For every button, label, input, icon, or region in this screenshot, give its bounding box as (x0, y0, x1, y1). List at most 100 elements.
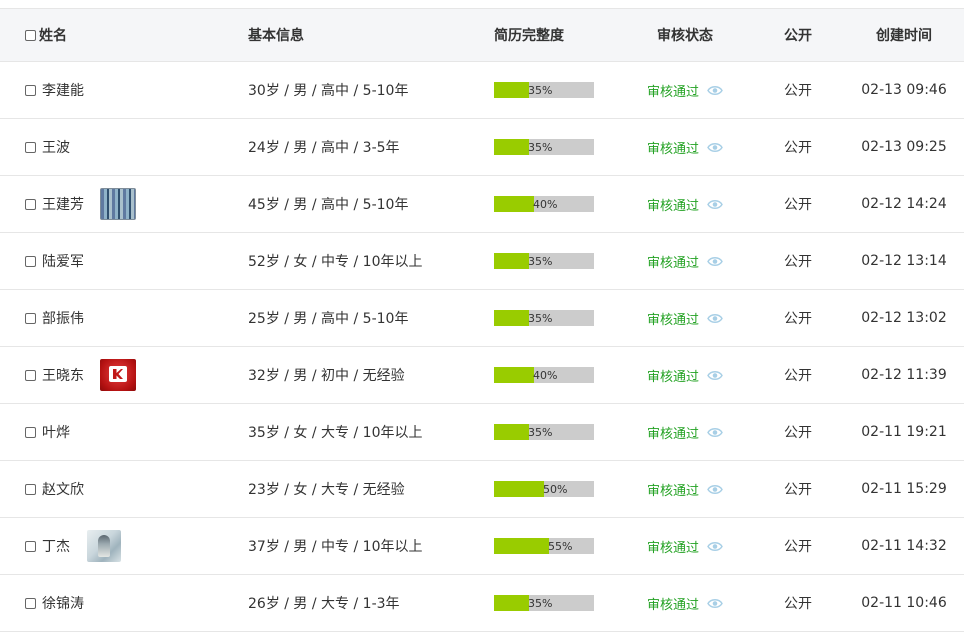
progress-label: 40% (533, 197, 558, 211)
basic-info: 30岁 / 男 / 高中 / 5-10年 (248, 83, 409, 99)
basic-info: 23岁 / 女 / 大专 / 无经验 (248, 482, 405, 498)
public-status: 公开 (784, 368, 812, 384)
select-all-checkbox[interactable] (25, 29, 36, 41)
status-text: 审核通过 (646, 312, 699, 328)
basic-info: 32岁 / 男 / 初中 / 无经验 (248, 368, 405, 384)
row-checkbox[interactable] (25, 540, 36, 552)
status-cell: 审核通过 (630, 575, 740, 631)
candidate-name[interactable]: 赵文欣 (42, 479, 84, 499)
eye-icon[interactable] (707, 85, 723, 96)
public-status: 公开 (784, 311, 812, 327)
progress-bar: 35% (494, 253, 594, 269)
row-checkbox[interactable] (25, 312, 36, 324)
table-row[interactable]: 赵文欣 23岁 / 女 / 大专 / 无经验 50% 审核通过 公开 02-11… (0, 461, 964, 518)
row-checkbox[interactable] (25, 483, 36, 495)
progress-bar: 40% (494, 196, 594, 212)
progress-bar-fill (494, 538, 549, 554)
table-row[interactable]: 王晓东 32岁 / 男 / 初中 / 无经验 40% 审核通过 公开 02-12… (0, 347, 964, 404)
row-checkbox[interactable] (25, 84, 36, 96)
table-row[interactable]: 叶烨 35岁 / 女 / 大专 / 10年以上 35% 审核通过 公开 02-1… (0, 404, 964, 461)
candidate-name[interactable]: 徐锦涛 (42, 593, 84, 613)
status-cell: 审核通过 (630, 518, 740, 574)
eye-icon[interactable] (707, 427, 723, 438)
eye-icon[interactable] (707, 484, 723, 495)
candidate-name[interactable]: 王建芳 (42, 194, 84, 214)
table-row[interactable]: 部振伟 25岁 / 男 / 高中 / 5-10年 35% 审核通过 公开 02-… (0, 290, 964, 347)
row-checkbox[interactable] (25, 198, 36, 210)
name-cell: 叶烨 (25, 404, 235, 460)
progress-label: 35% (528, 311, 553, 325)
created-time: 02-11 15:29 (861, 481, 947, 497)
progress-bar-fill (494, 310, 529, 326)
table-row[interactable]: 徐锦涛 26岁 / 男 / 大专 / 1-3年 35% 审核通过 公开 02-1… (0, 575, 964, 632)
eye-icon[interactable] (707, 256, 723, 267)
progress-cell: 55% (494, 518, 624, 574)
status-text: 审核通过 (646, 540, 699, 556)
progress-label: 35% (528, 83, 553, 97)
header-info: 基本信息 (248, 28, 304, 44)
candidate-name[interactable]: 王晓东 (42, 365, 84, 385)
eye-icon[interactable] (707, 541, 723, 552)
progress-bar-fill (494, 595, 529, 611)
candidate-name[interactable]: 王波 (42, 137, 70, 157)
table-row[interactable]: 丁杰 37岁 / 男 / 中专 / 10年以上 55% 审核通过 公开 02-1… (0, 518, 964, 575)
eye-icon[interactable] (707, 598, 723, 609)
candidate-name[interactable]: 李建能 (42, 80, 84, 100)
row-checkbox[interactable] (25, 141, 36, 153)
candidate-name[interactable]: 陆爱军 (42, 251, 84, 271)
table-row[interactable]: 李建能 30岁 / 男 / 高中 / 5-10年 35% 审核通过 公开 02-… (0, 62, 964, 119)
created-time: 02-12 13:02 (861, 310, 947, 326)
eye-icon[interactable] (707, 142, 723, 153)
basic-info: 26岁 / 男 / 大专 / 1-3年 (248, 596, 400, 612)
progress-cell: 35% (494, 404, 624, 460)
status-cell: 审核通过 (630, 404, 740, 460)
progress-cell: 35% (494, 290, 624, 346)
table-row[interactable]: 陆爱军 52岁 / 女 / 中专 / 10年以上 35% 审核通过 公开 02-… (0, 233, 964, 290)
eye-icon[interactable] (707, 313, 723, 324)
candidate-name[interactable]: 部振伟 (42, 308, 84, 328)
progress-cell: 40% (494, 347, 624, 403)
row-checkbox[interactable] (25, 369, 36, 381)
progress-bar: 35% (494, 310, 594, 326)
status-cell: 审核通过 (630, 62, 740, 118)
status-cell: 审核通过 (630, 290, 740, 346)
candidate-name[interactable]: 叶烨 (42, 422, 70, 442)
created-time: 02-12 13:14 (861, 253, 947, 269)
row-checkbox[interactable] (25, 597, 36, 609)
progress-label: 35% (528, 596, 553, 610)
header-name-cell: 姓名 (25, 9, 235, 61)
status-text: 审核通过 (646, 255, 699, 271)
public-status: 公开 (784, 83, 812, 99)
name-cell: 王建芳 (25, 176, 235, 232)
progress-bar-fill (494, 253, 529, 269)
public-status: 公开 (784, 140, 812, 156)
progress-cell: 35% (494, 233, 624, 289)
header-time: 创建时间 (876, 28, 932, 44)
row-checkbox[interactable] (25, 255, 36, 267)
table-row[interactable]: 王建芳 45岁 / 男 / 高中 / 5-10年 40% 审核通过 公开 02-… (0, 176, 964, 233)
eye-icon[interactable] (707, 370, 723, 381)
avatar[interactable] (100, 188, 136, 220)
name-cell: 部振伟 (25, 290, 235, 346)
name-cell: 丁杰 (25, 518, 235, 574)
basic-info: 45岁 / 男 / 高中 / 5-10年 (248, 197, 409, 213)
basic-info: 37岁 / 男 / 中专 / 10年以上 (248, 539, 423, 555)
name-cell: 王波 (25, 119, 235, 175)
avatar[interactable] (87, 530, 121, 562)
avatar[interactable] (100, 359, 136, 391)
status-cell: 审核通过 (630, 461, 740, 517)
progress-bar-fill (494, 481, 544, 497)
table-row[interactable]: 王波 24岁 / 男 / 高中 / 3-5年 35% 审核通过 公开 02-13… (0, 119, 964, 176)
public-status: 公开 (784, 596, 812, 612)
candidate-name[interactable]: 丁杰 (42, 536, 70, 556)
progress-label: 35% (528, 425, 553, 439)
eye-icon[interactable] (707, 199, 723, 210)
public-status: 公开 (784, 425, 812, 441)
row-checkbox[interactable] (25, 426, 36, 438)
progress-bar-fill (494, 139, 529, 155)
created-time: 02-13 09:25 (861, 139, 947, 155)
progress-bar-fill (494, 82, 529, 98)
progress-cell: 35% (494, 62, 624, 118)
table-body: 李建能 30岁 / 男 / 高中 / 5-10年 35% 审核通过 公开 02-… (0, 62, 964, 632)
progress-cell: 40% (494, 176, 624, 232)
